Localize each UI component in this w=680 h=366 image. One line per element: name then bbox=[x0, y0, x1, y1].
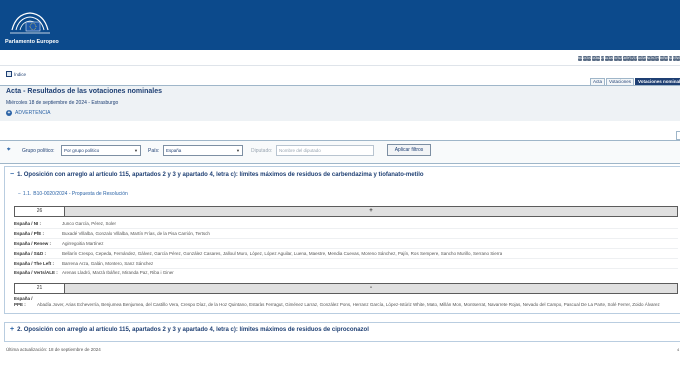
warning-label: ADVERTENCIA bbox=[15, 110, 51, 116]
language-cs[interactable]: CS bbox=[587, 56, 591, 61]
divider bbox=[0, 65, 680, 66]
subsection-number: 1.1. bbox=[22, 191, 32, 197]
subsection-title[interactable]: − 1.1. B10-0020/2024 - Propuesta de Reso… bbox=[18, 191, 128, 197]
vote-row-members: Junco García, Pérez, Soler bbox=[62, 221, 117, 226]
country-select[interactable]: España ▼ bbox=[163, 145, 243, 156]
language-selector: BG ES CS DA DE ET EL EN FR GA HR IT LV LT HU MT NL PL PT RO… bbox=[578, 56, 680, 62]
language-en[interactable]: EN bbox=[609, 56, 613, 61]
votes-for-sign: + bbox=[65, 207, 677, 216]
language-nl[interactable]: NL bbox=[646, 56, 651, 61]
vote-row: España / Renew : Agirregoitia Martínez bbox=[14, 239, 678, 248]
section-title-text: 2. Oposición con arreglo al artículo 115… bbox=[17, 326, 369, 333]
language-hu[interactable]: HU bbox=[637, 56, 642, 61]
group-select-value: Por grupo político bbox=[64, 148, 100, 153]
document-icon bbox=[6, 71, 12, 77]
collapse-icon: − bbox=[18, 191, 21, 197]
vote-row-group: España / PfE : bbox=[14, 231, 45, 236]
subsection-title-text: B10-0020/2024 - Propuesta de Resolución bbox=[33, 191, 128, 197]
vote-row: España / S&D : Bellarín Crespo, Cepeda, … bbox=[14, 249, 678, 258]
parliament-logo[interactable]: Parlamento Europeo bbox=[5, 8, 59, 48]
logo-text: Parlamento Europeo bbox=[5, 39, 59, 45]
section-title[interactable]: − 1. Oposición con arreglo al artículo 1… bbox=[10, 171, 424, 178]
language-lt[interactable]: LT bbox=[634, 56, 638, 61]
expand-icon: + bbox=[10, 326, 15, 333]
language-sk[interactable]: SK bbox=[664, 56, 668, 61]
language-es[interactable]: ES bbox=[582, 56, 587, 61]
group-select[interactable]: Por grupo político ▼ bbox=[61, 145, 141, 156]
page-subtitle: Miércoles 18 de septiembre de 2024 - Est… bbox=[6, 100, 119, 106]
page-title: Acta - Resultados de las votaciones nomi… bbox=[6, 88, 162, 95]
vote-row: España / Verts/ALE : Arenas Lladró, Marz… bbox=[14, 268, 678, 277]
language-lv[interactable]: LV bbox=[630, 56, 634, 61]
deputy-label: Diputado: bbox=[251, 148, 273, 154]
language-pt[interactable]: PT bbox=[655, 56, 660, 61]
filter-toggle-icon[interactable]: ⌖ bbox=[7, 147, 10, 154]
chevron-down-icon: ▼ bbox=[236, 148, 240, 153]
deputy-input[interactable]: Nombre del diputado bbox=[276, 145, 374, 156]
vote-row-members: Agirregoitia Martínez bbox=[62, 241, 104, 246]
votes-for-bar: 26 + bbox=[14, 206, 678, 217]
language-da[interactable]: DA bbox=[591, 56, 596, 61]
vote-row: España / PfE : Buxadé Villalba, Gonzalo … bbox=[14, 229, 678, 238]
collapse-icon: − bbox=[10, 171, 15, 178]
language-ga[interactable]: GA bbox=[618, 56, 622, 61]
page-number: 4 bbox=[677, 347, 680, 352]
vote-row: España / The Left : Barrena Arza, Galán,… bbox=[14, 259, 678, 268]
votes-against-bar: 21 - bbox=[14, 283, 678, 294]
index-link[interactable]: Índice bbox=[6, 71, 26, 77]
index-label: Índice bbox=[14, 71, 27, 77]
plus-circle-icon: + bbox=[6, 110, 12, 116]
country-select-value: España bbox=[166, 148, 182, 153]
vote-row-members: Arenas Lladró, Marzà Ibáñez, Miranda Paz… bbox=[62, 270, 174, 275]
language-et[interactable]: ET bbox=[600, 56, 605, 61]
language-hr[interactable]: HR bbox=[622, 56, 627, 61]
votes-against-count: 21 bbox=[15, 284, 65, 293]
language-el[interactable]: EL bbox=[604, 56, 609, 61]
vote-row-group: España / The Left : bbox=[14, 261, 55, 266]
site-header: Parlamento Europeo bbox=[0, 0, 680, 50]
language-bg[interactable]: BG bbox=[578, 56, 582, 61]
chevron-down-icon: ▼ bbox=[134, 148, 138, 153]
language-pl[interactable]: PL bbox=[651, 56, 655, 61]
vote-row-group: España / Renew : bbox=[14, 241, 52, 246]
language-sv[interactable]: SV bbox=[676, 56, 680, 61]
vote-row-group: España / NI : bbox=[14, 221, 42, 226]
side-tab[interactable] bbox=[676, 131, 680, 140]
vote-row-members: Abadía Jover, Arias Echeverría, Benjumea… bbox=[37, 302, 660, 307]
vote-row-group: España / PPE : bbox=[14, 296, 33, 307]
language-mt[interactable]: MT bbox=[642, 56, 647, 61]
vote-row: España / NI : Junco García, Pérez, Soler bbox=[14, 219, 678, 228]
parliament-logo-icon bbox=[10, 12, 50, 34]
language-sl[interactable]: SL bbox=[668, 56, 673, 61]
votes-against-sign: - bbox=[65, 284, 677, 293]
vote-row: España / PPE : Abadía Jover, Arias Echev… bbox=[14, 296, 678, 308]
section-title[interactable]: + 2. Oposición con arreglo al artículo 1… bbox=[10, 326, 369, 333]
last-update: Última actualización: 18 de septiembre d… bbox=[6, 347, 101, 352]
warning-link[interactable]: + ADVERTENCIA bbox=[6, 110, 50, 116]
vote-row-members: Barrena Arza, Galán, Montero, Sanz Sánch… bbox=[62, 261, 154, 266]
vote-row-group: España / Verts/ALE : bbox=[14, 270, 58, 275]
section-title-text: 1. Oposición con arreglo al artículo 115… bbox=[17, 171, 424, 178]
vote-row-members: Buxadé Villalba, Gonzalo Villalba, Martí… bbox=[62, 231, 210, 236]
votes-for-count: 26 bbox=[15, 207, 65, 216]
group-label: Grupo político: bbox=[22, 148, 55, 154]
deputy-placeholder: Nombre del diputado bbox=[279, 148, 321, 153]
language-de[interactable]: DE bbox=[596, 56, 600, 61]
country-label: País: bbox=[148, 148, 160, 154]
apply-filters-button[interactable]: Aplicar filtros bbox=[387, 144, 431, 156]
language-ro[interactable]: RO bbox=[659, 56, 664, 61]
language-fr[interactable]: FR bbox=[613, 56, 618, 61]
vote-row-members: Bellarín Crespo, Cepeda, Fernández, Gálv… bbox=[62, 251, 503, 256]
vote-row-group: España / S&D : bbox=[14, 251, 47, 256]
